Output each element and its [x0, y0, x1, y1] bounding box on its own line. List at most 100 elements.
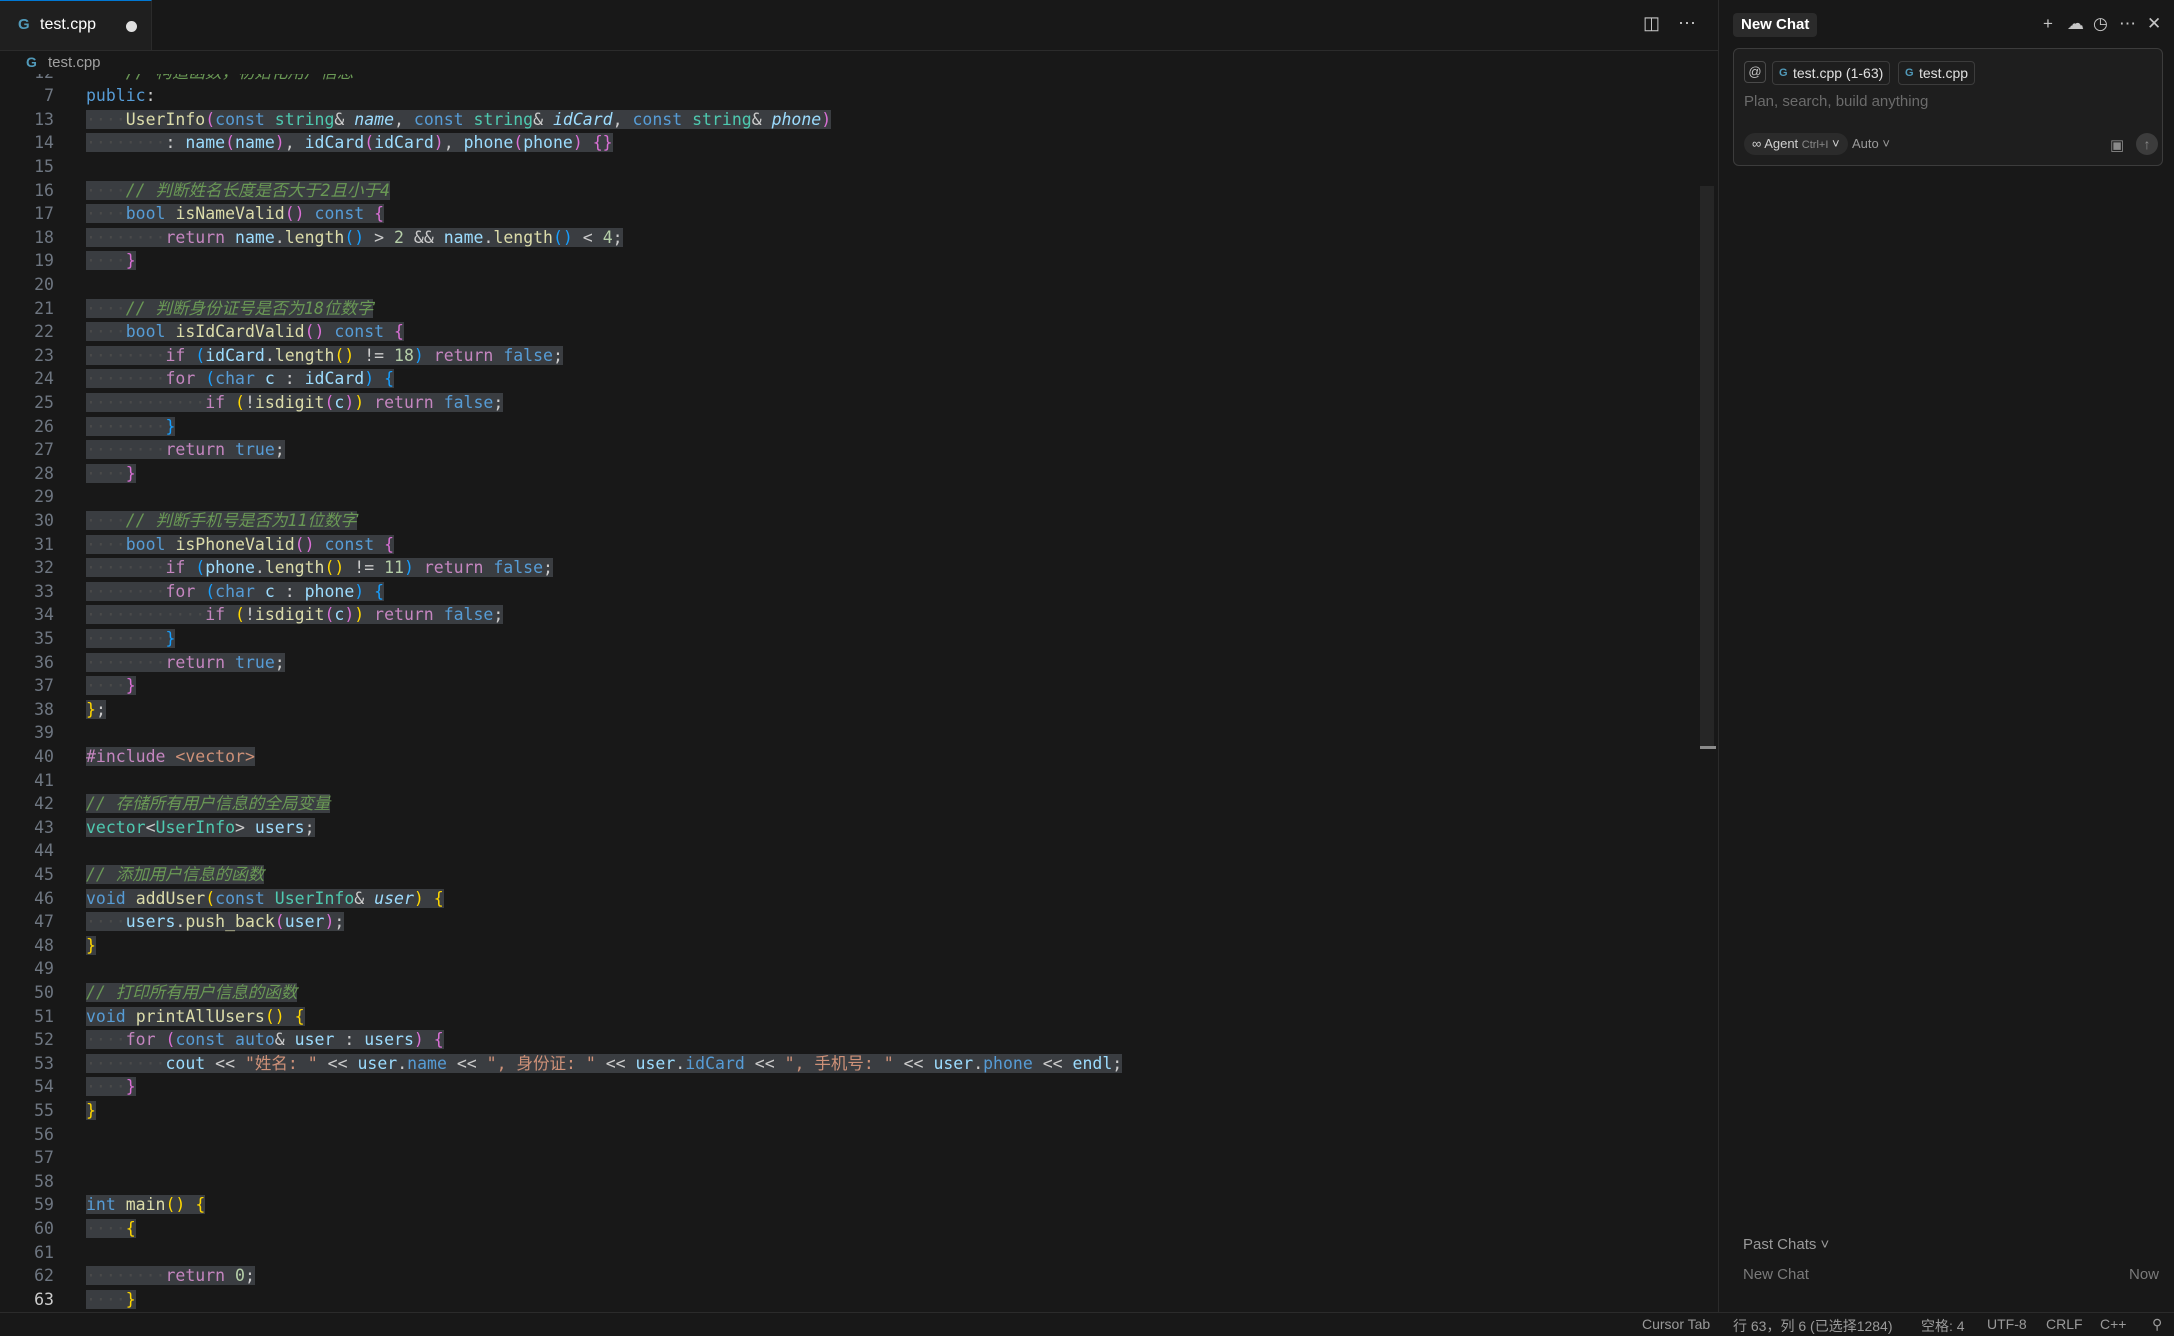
code-text[interactable]: ········: name(name), idCard(idCard), ph…: [86, 131, 613, 155]
status-indent[interactable]: 空格: 4: [1921, 1316, 1965, 1336]
code-text[interactable]: ····{: [86, 1217, 136, 1241]
history-item-title[interactable]: New Chat: [1743, 1266, 1809, 1283]
code-text[interactable]: // 打印所有用户信息的函数: [86, 981, 298, 1005]
status-eol[interactable]: CRLF: [2046, 1316, 2083, 1332]
code-text[interactable]: ····for (const auto& user : users) {: [86, 1028, 444, 1052]
code-line[interactable]: 55}: [0, 1099, 1700, 1123]
code-text[interactable]: ····}: [86, 674, 136, 698]
code-line[interactable]: 12 ····// 构造函数，初始化用户信息: [0, 74, 1700, 84]
code-text[interactable]: ········}: [86, 415, 176, 439]
code-text[interactable]: ········if (phone.length() != 11) return…: [86, 556, 553, 580]
code-line[interactable]: 54 ····}: [0, 1075, 1700, 1099]
code-text[interactable]: vector<UserInfo> users;: [86, 816, 315, 840]
code-line[interactable]: 45 // 添加用户信息的函数: [0, 863, 1700, 887]
code-text[interactable]: ····}: [86, 1075, 136, 1099]
code-line[interactable]: 46 void addUser(const UserInfo& user) {: [0, 887, 1700, 911]
code-line[interactable]: 34 ············if (!isdigit(c)) return fa…: [0, 603, 1700, 627]
code-line[interactable]: 23 ········if (idCard.length() != 18) ret…: [0, 344, 1700, 368]
code-text[interactable]: ····bool isPhoneValid() const {: [86, 533, 395, 557]
code-line[interactable]: 63 ····}: [0, 1288, 1700, 1312]
code-text[interactable]: ············if (!isdigit(c)) return fals…: [86, 391, 504, 415]
code-line[interactable]: 60 ····{: [0, 1217, 1700, 1241]
code-text[interactable]: };: [86, 698, 106, 722]
breadcrumb-file[interactable]: test.cpp: [48, 54, 101, 71]
code-text[interactable]: int main() {: [86, 1193, 206, 1217]
code-line[interactable]: 56: [0, 1123, 1700, 1147]
status-language[interactable]: C++: [2100, 1316, 2126, 1332]
code-line[interactable]: 40 #include <vector>: [0, 745, 1700, 769]
code-text[interactable]: ········return name.length() > 2 && name…: [86, 226, 623, 250]
code-text[interactable]: }: [86, 1099, 96, 1123]
code-line[interactable]: 16 ····// 判断姓名长度是否大于2且小于4: [0, 179, 1700, 203]
code-text[interactable]: ········return 0;: [86, 1264, 255, 1288]
code-text[interactable]: ····// 判断姓名长度是否大于2且小于4: [86, 179, 390, 203]
code-line[interactable]: 42 // 存储所有用户信息的全局变量: [0, 792, 1700, 816]
code-line[interactable]: 7 public:: [0, 84, 1700, 108]
code-text[interactable]: ········cout << "姓名: " << user.name << "…: [86, 1052, 1123, 1076]
new-chat-plus-icon[interactable]: +: [2043, 14, 2053, 34]
code-line[interactable]: 51 void printAllUsers() {: [0, 1005, 1700, 1029]
history-icon[interactable]: ◷: [2093, 14, 2108, 34]
add-context-button[interactable]: @: [1744, 61, 1766, 83]
code-text[interactable]: void printAllUsers() {: [86, 1005, 305, 1029]
code-text[interactable]: }: [86, 934, 96, 958]
tab-test-cpp[interactable]: G test.cpp: [0, 0, 152, 50]
unsaved-dot-icon[interactable]: [126, 21, 137, 32]
code-line[interactable]: 48}: [0, 934, 1700, 958]
code-line[interactable]: 20: [0, 273, 1700, 297]
code-text[interactable]: ········for (char c : idCard) {: [86, 367, 395, 391]
code-text[interactable]: ····}: [86, 249, 136, 273]
code-text[interactable]: // 添加用户信息的函数: [86, 863, 265, 887]
context-pill-file[interactable]: Gtest.cpp: [1898, 61, 1976, 85]
code-text[interactable]: ····UserInfo(const string& name, const s…: [86, 108, 832, 132]
split-editor-icon[interactable]: ◫: [1643, 13, 1660, 34]
code-line[interactable]: 13 ····UserInfo(const string& name, const…: [0, 108, 1700, 132]
code-line[interactable]: 19 ····}: [0, 249, 1700, 273]
more-options-icon[interactable]: ⋯: [2119, 14, 2136, 34]
mode-selector[interactable]: ∞ Agent Ctrl+I ˅: [1744, 133, 1848, 155]
code-line[interactable]: 35 ········}: [0, 627, 1700, 651]
code-line[interactable]: 43 vector<UserInfo> users;: [0, 816, 1700, 840]
code-line[interactable]: 62 ········return 0;: [0, 1264, 1700, 1288]
code-text[interactable]: ········}: [86, 627, 176, 651]
code-text[interactable]: ····users.push_back(user);: [86, 910, 345, 934]
code-line[interactable]: 50 // 打印所有用户信息的函数: [0, 981, 1700, 1005]
image-icon[interactable]: ▣: [2110, 136, 2124, 154]
code-line[interactable]: 27 ········return true;: [0, 438, 1700, 462]
code-line[interactable]: 49: [0, 957, 1700, 981]
send-button[interactable]: ↑: [2136, 133, 2158, 155]
cloud-icon[interactable]: ☁: [2067, 14, 2084, 34]
code-line[interactable]: 14 ········: name(name), idCard(idCard), …: [0, 131, 1700, 155]
code-line[interactable]: 28 ····}: [0, 462, 1700, 486]
code-line[interactable]: 22 ····bool isIdCardValid() const {: [0, 320, 1700, 344]
code-text[interactable]: public:: [86, 84, 156, 108]
code-text[interactable]: ········return true;: [86, 651, 285, 675]
code-text[interactable]: ····// 判断手机号是否为11位数字: [86, 509, 357, 533]
code-line[interactable]: 53 ········cout << "姓名: " << user.name <<…: [0, 1052, 1700, 1076]
code-text[interactable]: ····bool isIdCardValid() const {: [86, 320, 404, 344]
code-line[interactable]: 17 ····bool isNameValid() const {: [0, 202, 1700, 226]
code-text[interactable]: ········for (char c : phone) {: [86, 580, 385, 604]
status-position[interactable]: 行 63，列 6 (已选择1284): [1733, 1316, 1893, 1336]
tab-new-chat[interactable]: New Chat: [1733, 13, 1818, 37]
code-text[interactable]: #include <vector>: [86, 745, 255, 769]
code-line[interactable]: 37 ····}: [0, 674, 1700, 698]
bell-icon[interactable]: ⚲: [2152, 1316, 2162, 1333]
code-line[interactable]: 29: [0, 485, 1700, 509]
code-line[interactable]: 52 ····for (const auto& user : users) {: [0, 1028, 1700, 1052]
code-line[interactable]: 41: [0, 769, 1700, 793]
context-pill-range[interactable]: Gtest.cpp (1-63): [1772, 61, 1891, 85]
chat-composer[interactable]: @ Gtest.cpp (1-63) Gtest.cpp Plan, searc…: [1733, 48, 2163, 166]
more-actions-icon[interactable]: ⋯: [1678, 13, 1696, 34]
code-text[interactable]: void addUser(const UserInfo& user) {: [86, 887, 444, 911]
code-line[interactable]: 24 ········for (char c : idCard) {: [0, 367, 1700, 391]
model-selector[interactable]: Auto ˅: [1852, 133, 1890, 155]
code-line[interactable]: 25 ············if (!isdigit(c)) return fa…: [0, 391, 1700, 415]
code-line[interactable]: 36 ········return true;: [0, 651, 1700, 675]
code-line[interactable]: 58: [0, 1170, 1700, 1194]
code-line[interactable]: 59 int main() {: [0, 1193, 1700, 1217]
vertical-scrollbar[interactable]: [1700, 186, 1714, 746]
code-line[interactable]: 38};: [0, 698, 1700, 722]
code-line[interactable]: 18 ········return name.length() > 2 && na…: [0, 226, 1700, 250]
status-encoding[interactable]: UTF-8: [1987, 1316, 2027, 1332]
